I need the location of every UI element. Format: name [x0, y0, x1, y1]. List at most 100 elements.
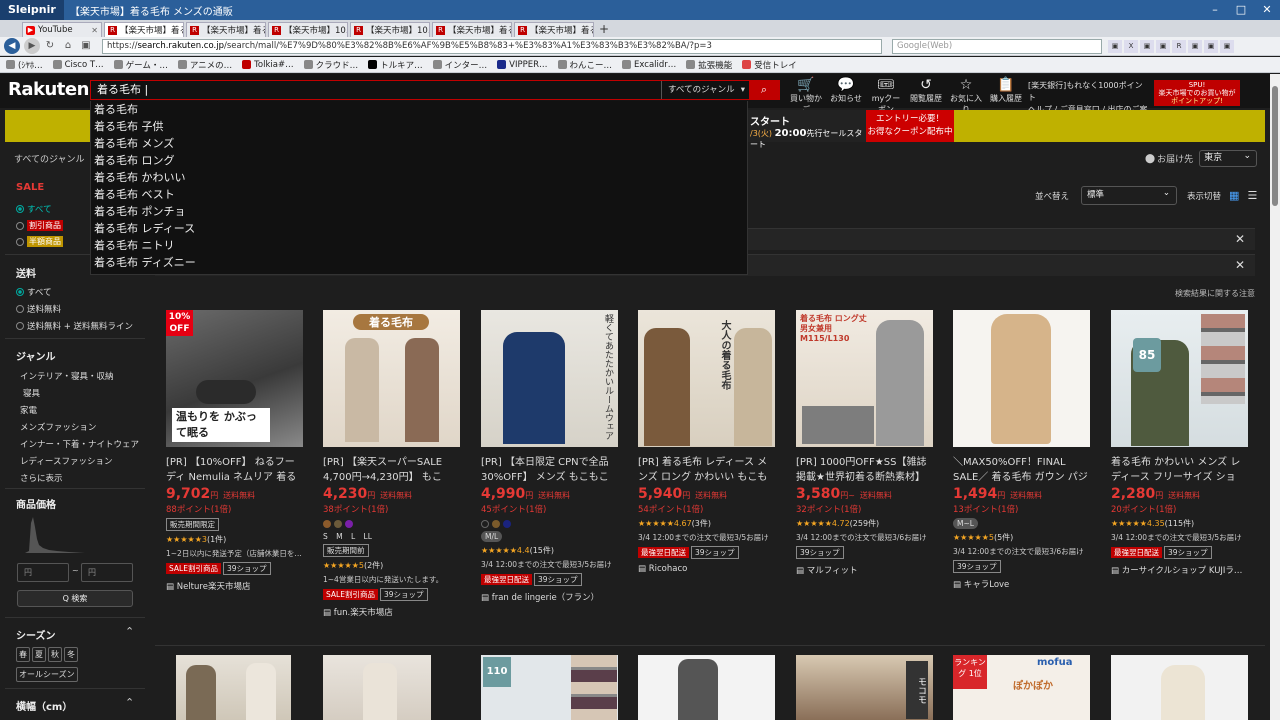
product-image[interactable] [953, 310, 1090, 447]
rating[interactable]: ★★★★★4.72(259件) [796, 518, 938, 529]
season-all[interactable]: オールシーズン [16, 667, 78, 682]
scrollbar[interactable] [1270, 74, 1280, 720]
extension-icon[interactable]: ▣ [1108, 39, 1122, 53]
suggestion-item[interactable]: 着る毛布 子供 [91, 118, 747, 135]
price-max-input[interactable]: 円 [81, 563, 133, 582]
rating[interactable]: ★★★★★5(2件) [323, 560, 465, 571]
rakuten-logo[interactable]: Rakuten [8, 79, 89, 100]
shop-name[interactable]: ▤ カーサイクルショップ KUJIラ… [1111, 564, 1253, 576]
product-card[interactable]: 大人の着る毛布 [PR] 着る毛布 レディース メンズ ロング かわいい もこも… [638, 310, 780, 574]
product-card[interactable]: 85 着る毛布 かわいい メンズ レディース フリーサイズ ショー… 2,280… [1111, 310, 1253, 576]
suggestion-item[interactable]: 着る毛布 ベスト [91, 186, 747, 203]
rating[interactable]: ★★★★★4.4(15件) [481, 545, 623, 556]
breadcrumb[interactable]: すべてのジャンル [14, 152, 85, 165]
back-button[interactable]: ◀ [4, 38, 20, 54]
reload-icon[interactable]: ↻ [44, 40, 56, 52]
product-image[interactable]: 大人の着る毛布 [638, 310, 775, 447]
close-icon[interactable]: ✕ [1235, 258, 1245, 272]
suggestion-item[interactable]: 着る毛布 ディズニー [91, 254, 747, 271]
product-image[interactable] [176, 655, 291, 720]
suggestion-item[interactable]: 着る毛布 レディース [91, 220, 747, 237]
tab-youtube[interactable]: ▶ YouTube ✕ [22, 22, 102, 37]
season-spring[interactable]: 春 [16, 647, 30, 662]
genre-parent-link[interactable]: インテリア・寝具・収納 [20, 370, 139, 382]
home-icon[interactable]: ⌂ [62, 40, 74, 52]
bookmark-item[interactable]: アニメの… [177, 59, 232, 71]
tab-rakuten[interactable]: R【楽天市場】10…✕ [268, 22, 348, 37]
scrollbar-thumb[interactable] [1272, 86, 1278, 206]
shop-name[interactable]: ▤ Ricohaco [638, 564, 780, 574]
product-image[interactable] [1111, 655, 1248, 720]
extension-icon[interactable]: ▣ [1140, 39, 1154, 53]
bookmark-item[interactable]: ゲーム・… [113, 59, 168, 71]
shop-name[interactable]: ▤ fran de lingerie（フラン） [481, 591, 623, 603]
product-title[interactable]: [PR] 着る毛布 レディース メンズ ロング かわいい もこもこ… [638, 455, 775, 485]
extension-icon[interactable]: ▣ [1220, 39, 1234, 53]
suggestion-item[interactable]: 着る毛布 かわいい [91, 169, 747, 186]
show-more-link[interactable]: さらに表示 [20, 472, 139, 484]
ship-opt-free-line[interactable]: 送料無料 + 送料無料ライン [16, 320, 133, 332]
bookmark-item[interactable]: (ｼﾔﾎ… [6, 59, 43, 71]
bookmark-item[interactable]: トルキア… [368, 59, 423, 71]
minimize-button[interactable]: – [1202, 0, 1228, 20]
bank-promo-link[interactable]: [楽天銀行]もれなく1000ポイント [1028, 80, 1148, 104]
season-autumn[interactable]: 秋 [48, 647, 62, 662]
bookmark-item[interactable]: 拡張機能 [686, 59, 732, 71]
genre-link[interactable]: 家電 [20, 404, 139, 416]
product-card[interactable]: 10% OFF 温もりを かぶって眠る [PR] 【10%OFF】 ねるフーディ … [166, 310, 308, 592]
shop-name[interactable]: ▤ Nelture楽天市場店 [166, 580, 308, 592]
tab-rakuten-active[interactable]: R【楽天市場】着る…✕ [104, 22, 184, 37]
sale-opt-discount[interactable]: 割引商品 [16, 220, 63, 231]
genre-link[interactable]: インナー・下着・ナイトウェア [20, 438, 139, 450]
product-card[interactable]: ＼MAX50%OFF！FINAL SALE／ 着る毛布 ガウン パジャマ … 1… [953, 310, 1095, 590]
results-note-link[interactable]: 検索結果に関する注意 [1175, 288, 1255, 299]
suggestion-item[interactable]: 着る毛布 ニトリ [91, 237, 747, 254]
sale-start-banner[interactable]: スタート /3(火) 20:00先行セールスタート [748, 110, 866, 149]
bookmark-item[interactable]: Cisco T… [52, 60, 104, 70]
suggestion-item[interactable]: 着る毛布 メンズ [91, 135, 747, 152]
search-button[interactable]: ⌕ [749, 81, 779, 99]
product-image[interactable]: 110 [481, 655, 618, 720]
close-icon[interactable]: ✕ [1235, 232, 1245, 246]
product-image[interactable]: 10% OFF 温もりを かぶって眠る [166, 310, 303, 447]
rating[interactable]: ★★★★★4.35(115件) [1111, 518, 1253, 529]
product-image[interactable]: 85 [1111, 310, 1248, 447]
product-card[interactable]: 軽くてあたたかいルームウェア [PR] 【本日限定 CPNで全品30%OFF】 … [481, 310, 623, 603]
price-search-button[interactable]: Q 検索 [17, 590, 133, 607]
price-min-input[interactable]: 円 [17, 563, 69, 582]
shop-name[interactable]: ▤ キャラLove [953, 578, 1095, 590]
product-card[interactable]: 着る毛布 [PR] 【楽天スーパーSALE 4,700円→4,230円】 もこも… [323, 310, 465, 618]
tab-rakuten[interactable]: R【楽天市場】着る…✕ [514, 22, 594, 37]
product-title[interactable]: 着る毛布 かわいい メンズ レディース フリーサイズ ショー… [1111, 455, 1248, 485]
chevron-up-icon[interactable]: ⌃ [125, 625, 134, 638]
product-image[interactable]: 軽くてあたたかいルームウェア [481, 310, 618, 447]
product-title[interactable]: [PR] 1000円OFF★SS【雑誌掲載★世界初着る断熱素材】 着る… [796, 455, 933, 485]
rating[interactable]: ★★★★★3(1件) [166, 534, 308, 545]
entry-banner[interactable]: エントリー必要！ お得なクーポン配布中 [866, 110, 954, 142]
season-winter[interactable]: 冬 [64, 647, 78, 662]
product-image[interactable]: モコモ [796, 655, 933, 720]
bookmark-icon[interactable]: ▣ [80, 40, 92, 52]
list-view-icon[interactable]: ☰ [1247, 189, 1257, 202]
product-title[interactable]: ＼MAX50%OFF！FINAL SALE／ 着る毛布 ガウン パジャマ … [953, 455, 1090, 485]
genre-link[interactable]: メンズファッション [20, 421, 139, 433]
shop-name[interactable]: ▤ fun.楽天市場店 [323, 606, 465, 618]
url-input[interactable]: https://search.rakuten.co.jp/search/mall… [102, 38, 882, 54]
delivery-select[interactable]: 東京 [1199, 149, 1258, 167]
bookmark-item[interactable]: 受信トレイ [742, 59, 797, 71]
product-image[interactable]: ランキング 1位 mofua ぽかぽか [953, 655, 1090, 720]
ship-opt-all[interactable]: すべて [16, 286, 133, 298]
genre-select[interactable]: すべてのジャンル [661, 81, 749, 99]
bookmark-item[interactable]: インター… [432, 59, 487, 71]
suggestion-item[interactable]: 着る毛布 ロング [91, 152, 747, 169]
ship-opt-free[interactable]: 送料無料 [16, 303, 133, 315]
season-summer[interactable]: 夏 [32, 647, 46, 662]
spu-promo-banner[interactable]: SPU! 楽天市場でのお買い物が ポイントアップ! [1154, 80, 1240, 106]
bookmark-item[interactable]: Excalidr… [622, 60, 676, 70]
sale-opt-all[interactable]: すべて [16, 203, 63, 215]
rakuten-icon[interactable]: R [1172, 39, 1186, 53]
close-window-button[interactable]: ✕ [1254, 0, 1280, 20]
product-image[interactable] [638, 655, 775, 720]
tab-rakuten[interactable]: R【楽天市場】着る…✕ [432, 22, 512, 37]
bookmark-item[interactable]: VIPPER… [497, 60, 548, 70]
